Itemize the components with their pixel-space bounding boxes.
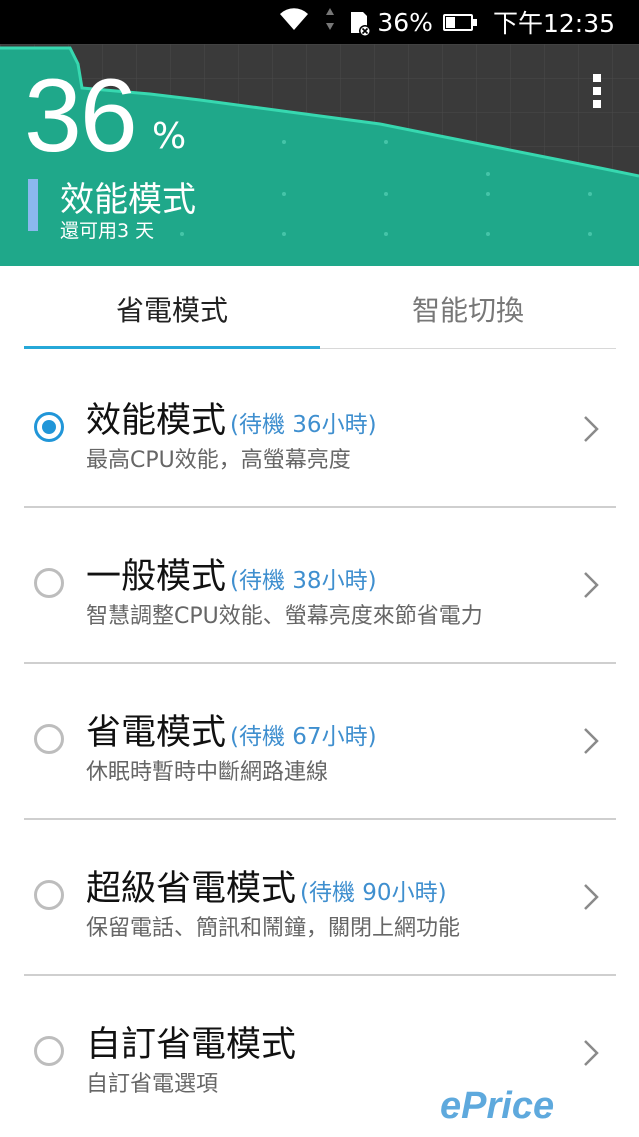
battery-icon xyxy=(442,13,477,31)
list-item-normal-mode[interactable]: 一般模式 (待機 38小時) 智慧調整CPU效能、螢幕亮度來節省電力 xyxy=(0,508,639,664)
chevron-right-icon xyxy=(584,1040,599,1066)
list-item-power-saving-mode[interactable]: 省電模式 (待機 67小時) 休眠時暫時中斷網路連線 xyxy=(0,664,639,820)
mode-title: 自訂省電模式 xyxy=(86,1025,297,1065)
list-item-super-saving-mode[interactable]: 超級省電模式 (待機 90小時) 保留電話、簡訊和鬧鐘，關閉上網功能 xyxy=(0,820,639,976)
tab-smart-switch[interactable]: 智能切換 xyxy=(320,266,616,352)
mode-title: 效能模式 xyxy=(86,401,227,441)
list-item-performance-mode[interactable]: 效能模式 (待機 36小時) 最高CPU效能，高螢幕亮度 xyxy=(0,352,639,508)
mode-description: 保留電話、簡訊和鬧鐘，關閉上網功能 xyxy=(86,916,461,941)
chevron-right-icon xyxy=(584,884,599,910)
remaining-time: 還可用3 天 xyxy=(60,220,155,242)
current-mode-title: 效能模式 xyxy=(60,180,196,220)
battery-percent-text: 36% xyxy=(377,7,433,37)
standby-time: (待機 36小時) xyxy=(230,412,377,438)
mode-description: 最高CPU效能，高螢幕亮度 xyxy=(86,448,351,473)
standby-time: (待機 38小時) xyxy=(230,568,377,594)
mode-title: 超級省電模式 xyxy=(86,869,297,909)
chevron-right-icon xyxy=(584,572,599,598)
tab-active-underline xyxy=(24,346,320,349)
overflow-menu-icon[interactable] xyxy=(590,74,604,118)
percent-sign: % xyxy=(152,116,187,157)
status-bar: 36% 下午12:35 xyxy=(0,0,639,44)
wifi-icon xyxy=(277,6,311,38)
standby-time: (待機 67小時) xyxy=(230,724,377,750)
tab-power-saving[interactable]: 省電模式 xyxy=(24,266,320,352)
radio-button[interactable] xyxy=(34,880,64,910)
mode-description: 智慧調整CPU效能、螢幕亮度來節省電力 xyxy=(86,604,483,629)
chevron-right-icon xyxy=(584,728,599,754)
data-arrows-icon xyxy=(325,7,335,37)
radio-button[interactable] xyxy=(34,724,64,754)
sd-card-missing-icon xyxy=(349,11,372,37)
radio-button[interactable] xyxy=(34,568,64,598)
chevron-right-icon xyxy=(584,416,599,442)
mode-indicator-bar xyxy=(28,179,38,231)
mode-title: 省電模式 xyxy=(86,713,227,753)
mode-description: 自訂省電選項 xyxy=(86,1072,219,1097)
mode-title: 一般模式 xyxy=(86,557,227,597)
watermark-logo: ePrice xyxy=(440,1085,555,1127)
battery-percent-large: 36 xyxy=(24,58,138,174)
power-mode-list: 效能模式 (待機 36小時) 最高CPU效能，高螢幕亮度 一般模式 (待機 38小時… xyxy=(0,352,639,1132)
mode-tabs: 省電模式 智能切換 xyxy=(0,266,639,352)
radio-button[interactable] xyxy=(34,1036,64,1066)
radio-button[interactable] xyxy=(34,412,64,442)
battery-header: 36 % 效能模式 還可用3 天 xyxy=(0,44,639,266)
standby-time: (待機 90小時) xyxy=(300,880,447,906)
mode-description: 休眠時暫時中斷網路連線 xyxy=(86,760,329,785)
clock: 下午12:35 xyxy=(492,9,615,38)
